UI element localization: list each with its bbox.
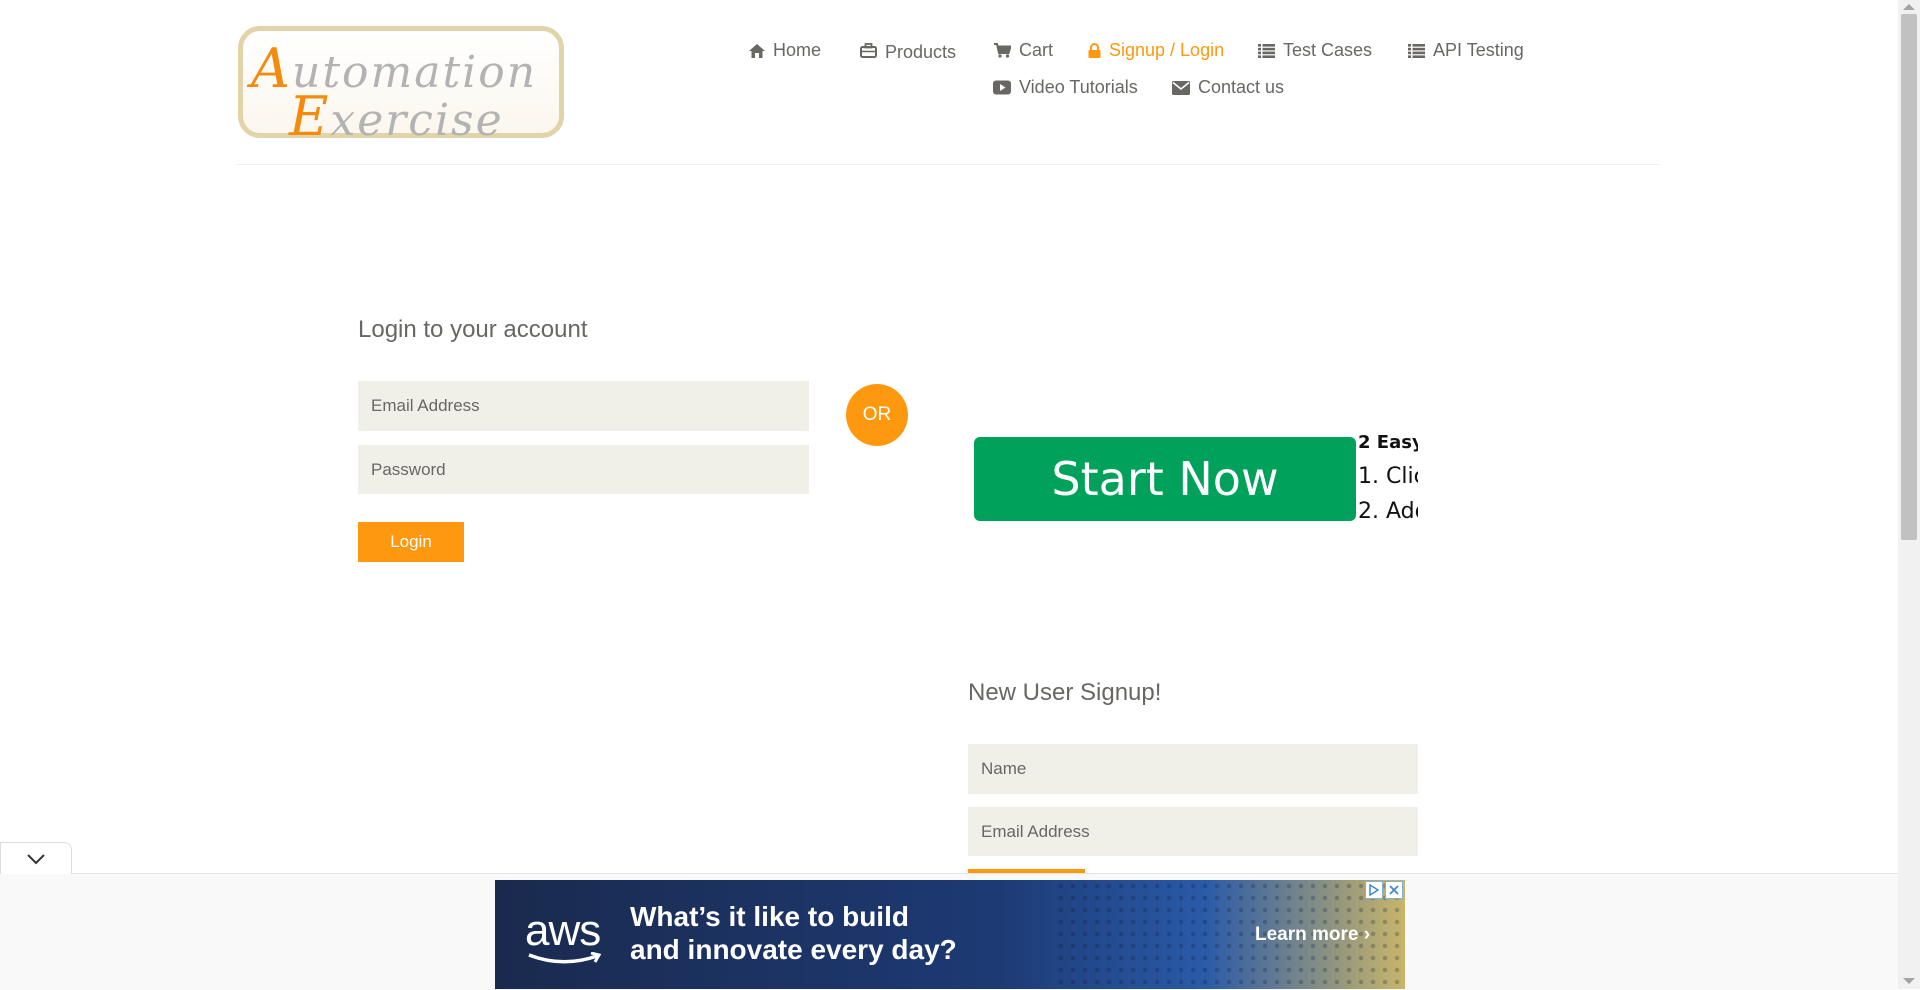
signup-email-input[interactable] — [968, 807, 1418, 856]
adchoices-icon[interactable] — [1365, 881, 1383, 899]
ad-steps-heading: 2 Easy — [1358, 432, 1418, 453]
main-nav: Home Products Cart Signup / Login Test C… — [0, 36, 1920, 106]
nav-cart-label: Cart — [1019, 40, 1054, 60]
nav-contact-us[interactable]: Contact us — [1172, 77, 1284, 98]
nav-test-cases[interactable]: Test Cases — [1258, 40, 1372, 61]
login-email-input[interactable] — [358, 381, 809, 431]
list-icon — [1258, 43, 1275, 58]
ad-step-2: 2. Add — [1358, 499, 1418, 524]
nav-products-label: Products — [885, 42, 957, 62]
signup-title: New User Signup! — [968, 679, 1162, 706]
scroll-down-arrow[interactable] — [1903, 978, 1915, 984]
scrollbar-thumb[interactable] — [1901, 14, 1917, 540]
login-button[interactable]: Login — [358, 522, 464, 562]
aws-logo: aws — [525, 906, 602, 964]
home-icon — [749, 43, 765, 58]
or-divider-badge: OR — [846, 384, 908, 446]
nav-test-cases-label: Test Cases — [1283, 40, 1373, 60]
nav-video-tutorials[interactable]: Video Tutorials — [993, 77, 1138, 98]
list-icon — [1408, 43, 1425, 58]
aws-ad-banner[interactable]: aws What’s it like to build and innovate… — [495, 880, 1405, 989]
signup-name-input[interactable] — [968, 744, 1418, 794]
aws-smile-icon — [528, 952, 602, 964]
nav-signup-login-label: Signup / Login — [1109, 40, 1225, 60]
youtube-play-icon — [993, 80, 1011, 95]
chevron-down-icon — [27, 853, 45, 864]
start-now-button[interactable]: Start Now — [974, 437, 1356, 521]
nav-signup-login[interactable]: Signup / Login — [1088, 40, 1224, 61]
scroll-up-arrow[interactable] — [1903, 4, 1915, 10]
ad-steps: 2 Easy 1. Clic 2. Add — [1358, 432, 1418, 529]
nav-video-tutorials-label: Video Tutorials — [1019, 77, 1138, 97]
nav-home[interactable]: Home — [749, 40, 821, 61]
nav-home-label: Home — [773, 40, 822, 60]
aws-learn-more-link[interactable]: Learn more › — [1255, 924, 1370, 946]
login-title: Login to your account — [358, 316, 588, 343]
envelope-icon — [1172, 80, 1190, 95]
nav-api-testing[interactable]: API Testing — [1408, 40, 1524, 61]
aws-headline: What’s it like to build and innovate eve… — [630, 901, 957, 965]
collapse-ad-button[interactable] — [0, 842, 72, 874]
nav-api-testing-label: API Testing — [1433, 40, 1524, 60]
ad-step-1: 1. Clic — [1358, 464, 1418, 489]
nav-cart[interactable]: Cart — [994, 40, 1053, 61]
login-password-input[interactable] — [358, 445, 809, 494]
lock-icon — [1088, 43, 1101, 58]
ad-container: Start Now 2 Easy 1. Clic 2. Add — [968, 338, 1418, 630]
close-ad-icon[interactable] — [1385, 881, 1403, 899]
header-divider — [236, 164, 1660, 165]
cart-icon — [994, 43, 1011, 58]
briefcase-icon — [860, 43, 877, 58]
nav-products[interactable]: Products — [860, 40, 957, 62]
nav-contact-us-label: Contact us — [1198, 77, 1285, 97]
